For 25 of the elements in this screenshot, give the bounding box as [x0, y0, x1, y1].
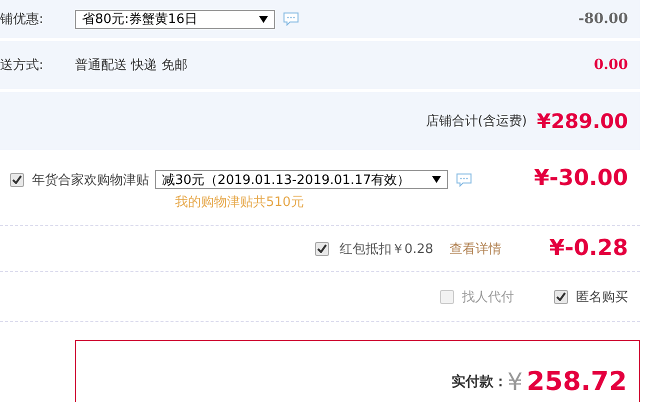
checkbox[interactable]	[554, 290, 568, 304]
shop-total-amount: ¥289.00	[536, 109, 628, 133]
discount-dropdown[interactable]: 省80元:券蟹黄16日	[75, 10, 275, 28]
option-label: 找人代付	[462, 288, 514, 306]
total-label: 店铺合计(含运费)	[426, 113, 527, 130]
field-label: 送方式:	[0, 57, 44, 74]
shipping-method: 普通配送 快递 免邮	[75, 56, 188, 74]
payment-label: 实付款：	[451, 374, 508, 391]
field-label: 铺优惠:	[0, 11, 44, 28]
coupon-deduction-label: 红包抵扣￥0.28	[339, 240, 434, 258]
caret-icon	[432, 176, 441, 183]
coupon-deduction-amount: ¥-0.28	[549, 236, 628, 261]
checkbox[interactable]	[10, 172, 24, 186]
subsidy-amount: ¥-30.00	[534, 166, 628, 191]
subsidy-balance: 我的购物津贴共510元	[175, 194, 305, 211]
subsidy-label: 年货合家欢购物津贴	[32, 172, 149, 188]
currency-symbol: ¥	[507, 369, 523, 396]
subsidy-dropdown[interactable]: 减30元（2019.01.13-2019.01.17有效）	[155, 170, 448, 189]
payment-amount: 258.72	[526, 368, 627, 397]
checkbox[interactable]	[440, 290, 454, 304]
caret-icon	[259, 16, 268, 22]
discount-amount: -80.00	[578, 11, 628, 27]
option-label: 匿名购买	[576, 288, 628, 306]
shipping-amount: 0.00	[594, 57, 628, 73]
checkbox[interactable]	[315, 242, 330, 256]
